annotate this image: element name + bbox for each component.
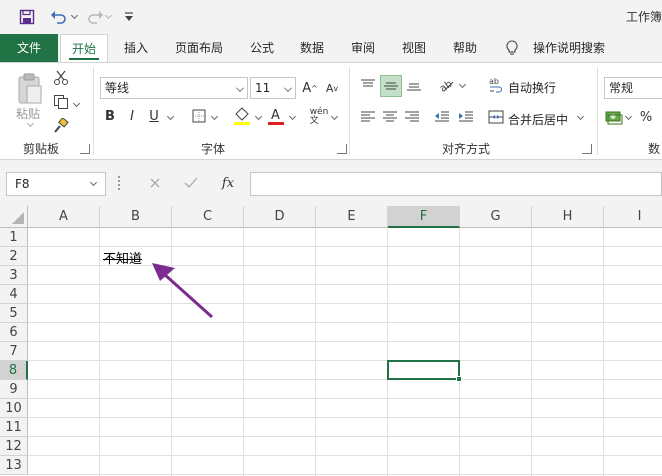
clipboard-group-label: 剪贴板 [22, 142, 59, 156]
borders-dropdown-icon[interactable] [210, 112, 219, 121]
phonetic-guide-icon[interactable]: wén 文 [308, 107, 330, 127]
tab-file[interactable]: 文件 [0, 34, 58, 62]
customize-qat-icon[interactable] [118, 6, 140, 28]
insert-function-icon[interactable]: fx [218, 174, 238, 192]
undo-icon[interactable] [48, 6, 70, 28]
align-middle-icon[interactable] [380, 75, 402, 97]
group-separator [349, 67, 350, 155]
merge-dropdown-icon[interactable] [576, 112, 585, 121]
formula-bar-grip[interactable] [118, 176, 120, 190]
fill-color-icon[interactable] [232, 105, 252, 127]
worksheet-grid: ABCDEFGHI 1 2 3 4 5 6 7 8 9 10 11 12 13 不知道 [0, 206, 662, 476]
align-right-icon[interactable] [402, 107, 422, 127]
svg-text:A: A [271, 108, 280, 123]
tab-view[interactable]: 视图 [394, 34, 434, 62]
tab-page-layout[interactable]: 页面布局 [166, 34, 232, 62]
merge-center-icon[interactable] [486, 107, 506, 127]
copy-icon[interactable] [52, 93, 70, 111]
decrease-indent-icon[interactable] [432, 107, 452, 127]
number-format-select[interactable]: 常规 [604, 77, 662, 99]
wrap-text-label[interactable]: 自动换行 [508, 79, 556, 96]
group-separator [597, 67, 598, 155]
borders-icon[interactable] [190, 107, 208, 125]
percent-style-icon[interactable]: % [638, 107, 654, 127]
wrap-text-icon[interactable]: ab [486, 75, 506, 95]
svg-text:ab: ab [438, 79, 454, 93]
cut-icon[interactable] [52, 69, 70, 87]
tab-data[interactable]: 数据 [292, 34, 332, 62]
tell-me-search[interactable]: 操作说明搜索 [528, 34, 610, 62]
font-color-icon[interactable]: A [266, 105, 286, 127]
bold-icon[interactable]: B [102, 107, 118, 125]
tab-help[interactable]: 帮助 [445, 34, 485, 62]
lightbulb-icon [504, 40, 520, 56]
ribbon-home: 粘贴 剪贴板 等线 11 A ^ Av B I U A wén 文 字体 ab … [0, 62, 662, 160]
alignment-group-label: 对齐方式 [441, 142, 490, 156]
font-color-dropdown-icon[interactable] [288, 112, 297, 121]
group-separator [93, 67, 94, 155]
align-top-icon[interactable] [358, 75, 378, 95]
tab-formulas[interactable]: 公式 [242, 34, 282, 62]
paste-label[interactable]: 粘贴 [16, 105, 40, 122]
font-size-select[interactable]: 11 [250, 77, 296, 99]
copy-dropdown-icon[interactable] [72, 99, 81, 108]
paste-icon[interactable] [14, 71, 46, 107]
redo-dropdown-icon[interactable] [104, 6, 114, 28]
alignment-launcher-icon[interactable] [582, 144, 592, 154]
name-box-dropdown-icon[interactable] [89, 178, 98, 187]
formula-bar: F8 fx [0, 160, 662, 206]
increase-font-size-icon[interactable]: A ^ [302, 79, 318, 97]
font-name-select[interactable]: 等线 [100, 77, 248, 99]
ribbon-tabs: 文件 开始 插入 页面布局 公式 数据 审阅 视图 帮助 操作说明搜索 [0, 34, 662, 62]
quick-access-toolbar: 工作簿 [0, 0, 662, 34]
annotation-arrow [152, 263, 214, 319]
underline-dropdown-icon[interactable] [166, 112, 175, 121]
italic-icon[interactable]: I [124, 107, 140, 125]
tab-home[interactable]: 开始 [60, 34, 108, 62]
phonetic-dropdown-icon[interactable] [330, 112, 339, 121]
name-box[interactable]: F8 [6, 172, 106, 196]
accounting-dropdown-icon[interactable] [624, 112, 633, 121]
orientation-dropdown-icon[interactable] [458, 80, 467, 89]
underline-icon[interactable]: U [146, 107, 162, 125]
undo-dropdown-icon[interactable] [70, 6, 80, 28]
fill-color-dropdown-icon[interactable] [254, 112, 263, 121]
font-launcher-icon[interactable] [337, 144, 347, 154]
merge-center-label[interactable]: 合并后居中 [508, 111, 568, 128]
cancel-icon[interactable] [146, 174, 164, 192]
orientation-icon[interactable]: ab [436, 75, 456, 95]
increase-indent-icon[interactable] [456, 107, 476, 127]
clipboard-launcher-icon[interactable] [80, 144, 90, 154]
number-group-label: 数 [647, 142, 660, 156]
decrease-font-size-icon[interactable]: Av [324, 79, 340, 97]
svg-text:ab: ab [489, 77, 499, 86]
tab-review[interactable]: 审阅 [343, 34, 383, 62]
accounting-format-icon[interactable] [604, 107, 624, 127]
font-group-label: 字体 [200, 142, 225, 156]
save-icon[interactable] [16, 6, 38, 28]
tab-insert[interactable]: 插入 [116, 34, 156, 62]
format-painter-icon[interactable] [52, 117, 70, 135]
formula-input[interactable] [250, 172, 662, 196]
align-left-icon[interactable] [358, 107, 378, 127]
align-bottom-icon[interactable] [404, 75, 424, 95]
excel-window: 工作簿 文件 开始 插入 页面布局 公式 数据 审阅 视图 帮助 操作说明搜索 … [0, 0, 662, 476]
window-title: 工作簿 [625, 10, 662, 24]
align-center-icon[interactable] [380, 107, 400, 127]
enter-icon[interactable] [182, 174, 200, 192]
redo-icon[interactable] [84, 6, 106, 28]
